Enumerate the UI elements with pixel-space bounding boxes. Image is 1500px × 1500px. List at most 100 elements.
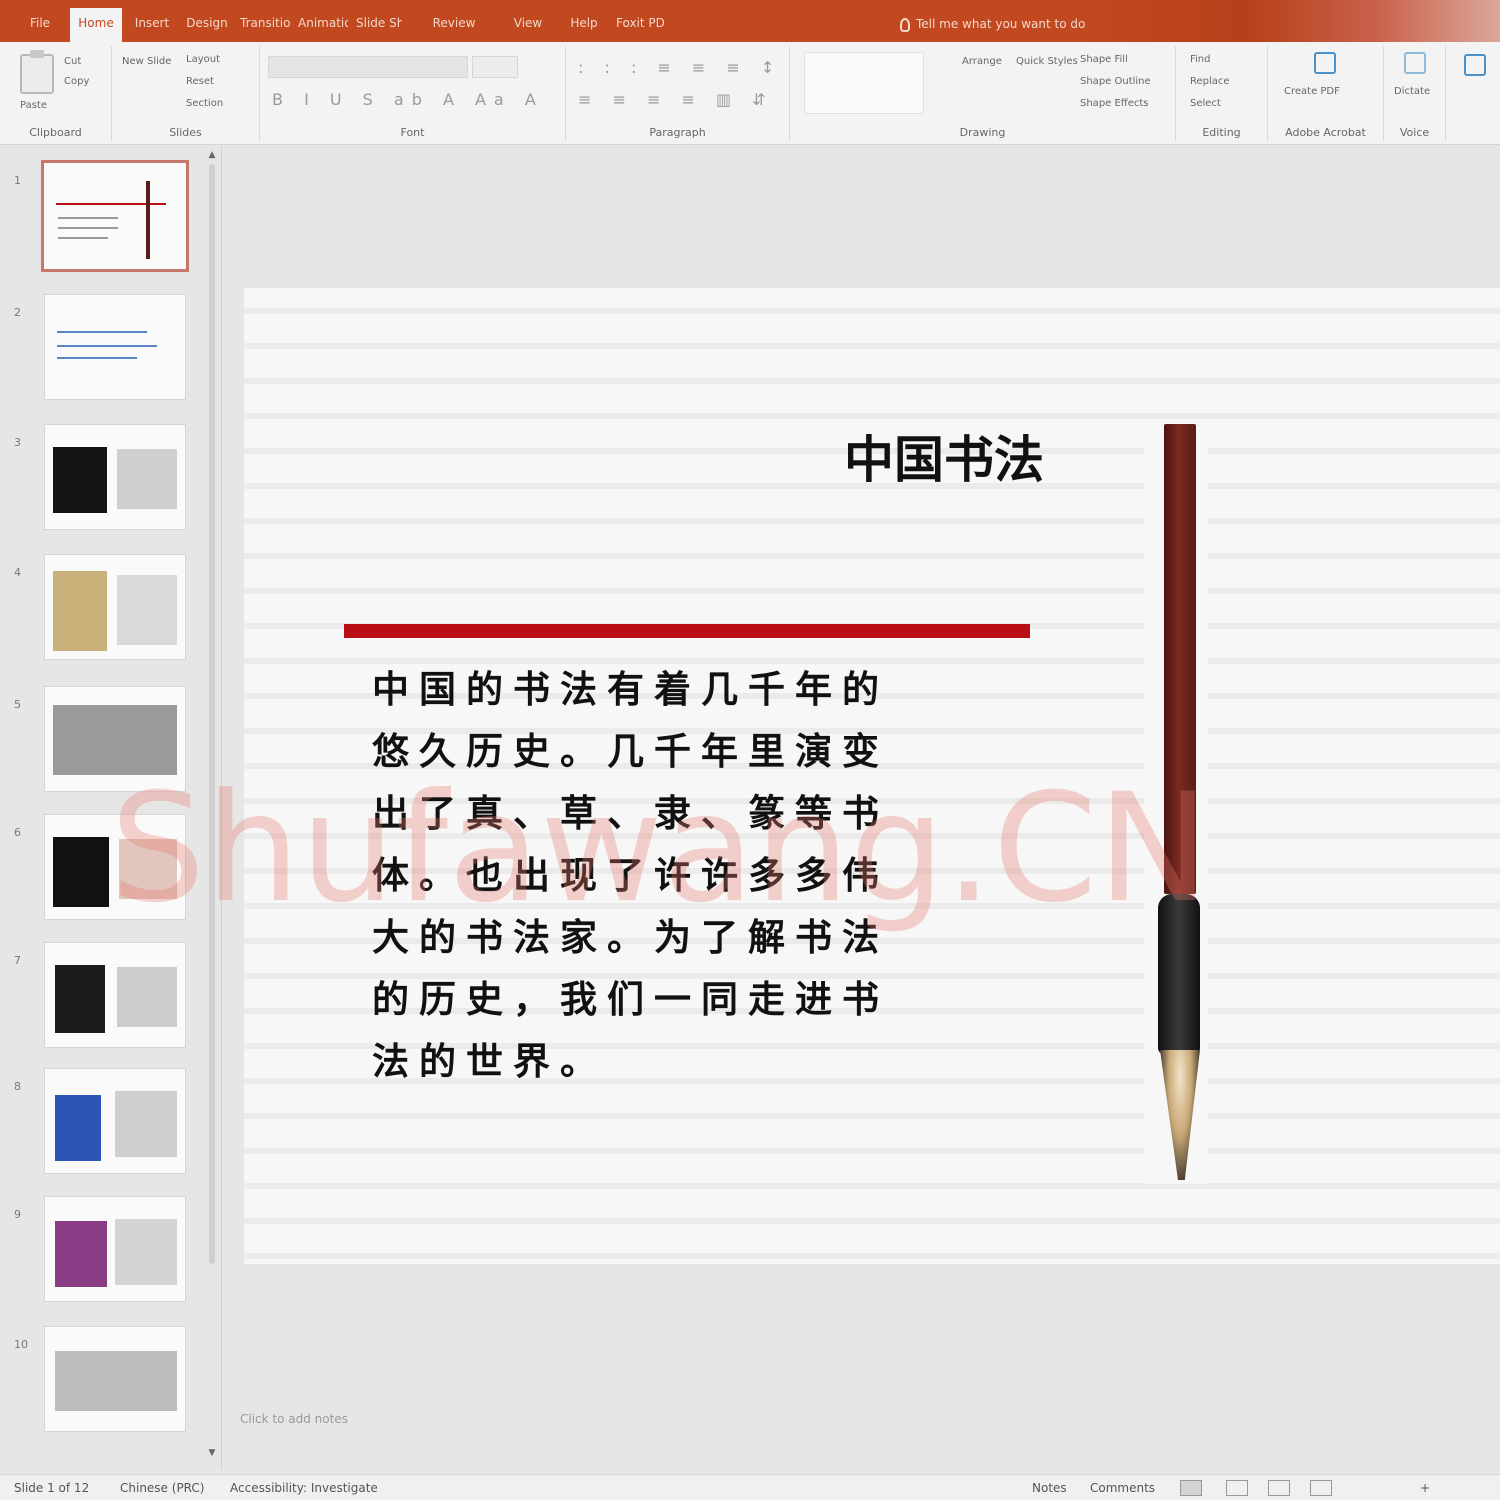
thumb-text-line (57, 331, 147, 333)
new-slide-button[interactable]: New Slide (122, 56, 171, 67)
slide-thumbnail-1[interactable] (41, 160, 189, 272)
slide-sorter-view-icon[interactable] (1226, 1480, 1248, 1496)
create-pdf-icon[interactable] (1314, 52, 1336, 74)
slide-thumbnail-7[interactable] (44, 942, 186, 1048)
group-clipboard: Paste Cut Copy Clipboard (0, 46, 112, 141)
reset-button[interactable]: Reset (186, 76, 214, 87)
group-editing: Find Replace Select Editing (1176, 46, 1268, 141)
thumb-calligraphy-image (119, 839, 177, 899)
tab-foxit-pdf[interactable]: Foxit PDF (616, 10, 666, 36)
zoom-in-button[interactable]: + (1420, 1481, 1430, 1495)
language-indicator[interactable]: Chinese (PRC) (120, 1481, 204, 1495)
slide-number: 8 (14, 1080, 21, 1093)
drawing-group-label: Drawing (959, 126, 1006, 139)
shape-outline-button[interactable]: Shape Outline (1080, 76, 1151, 87)
slide-thumbnail-6[interactable] (44, 814, 186, 920)
thumb-text-line (57, 345, 157, 347)
thumb-portrait-image (55, 1095, 101, 1161)
slide-number: 9 (14, 1208, 21, 1221)
shape-fill-button[interactable]: Shape Fill (1080, 54, 1128, 65)
tab-help[interactable]: Help (562, 10, 606, 36)
arrange-button[interactable]: Arrange (962, 56, 1002, 67)
microphone-icon[interactable] (1404, 52, 1426, 74)
cut-button[interactable]: Cut (64, 56, 81, 67)
thumb-calligraphy-image (117, 575, 177, 645)
dictate-button[interactable]: Dictate (1394, 86, 1430, 97)
slide-thumbnail-3[interactable] (44, 424, 186, 530)
designer-icon[interactable] (1464, 54, 1486, 76)
shapes-gallery[interactable] (804, 52, 924, 114)
tab-review[interactable]: Review (414, 10, 494, 36)
tab-home[interactable]: Home (70, 8, 122, 42)
slide-thumbnail-5[interactable] (44, 686, 186, 792)
tab-design[interactable]: Design (186, 10, 228, 36)
calligraphy-brush-image[interactable] (1144, 424, 1208, 1184)
thumbnails-scrollbar[interactable]: ▲ ▼ (204, 150, 218, 1460)
copy-button[interactable]: Copy (64, 76, 89, 87)
tab-slide-show[interactable]: Slide Show (356, 10, 402, 36)
slide-thumbnail-9[interactable] (44, 1196, 186, 1302)
brush-ferrule (1158, 894, 1200, 1054)
scrollbar-thumb[interactable] (209, 164, 215, 1264)
slide-body-text[interactable]: 中国的书法有着几千年的悠久历史。几千年里演变出了真、草、隶、篆等书体。也出现了许… (372, 658, 932, 1092)
tab-transitions[interactable]: Transitions (240, 10, 290, 36)
group-font: B I U S ab A Aa A A Font (260, 46, 566, 141)
replace-button[interactable]: Replace (1190, 76, 1230, 87)
slide-thumbnail-2[interactable] (44, 294, 186, 400)
group-adobe-acrobat: Create PDF Adobe Acrobat (1268, 46, 1384, 141)
notes-toggle[interactable]: Notes (1032, 1481, 1067, 1495)
select-button[interactable]: Select (1190, 98, 1221, 109)
slide-thumbnail-10[interactable] (44, 1326, 186, 1432)
thumb-calligraphy-image (117, 967, 177, 1027)
notes-placeholder[interactable]: Click to add notes (240, 1412, 348, 1426)
comments-toggle[interactable]: Comments (1090, 1481, 1155, 1495)
scroll-up-arrow-icon[interactable]: ▲ (206, 150, 218, 160)
font-group-label: Font (400, 126, 425, 139)
thumb-text-line (57, 357, 137, 359)
editing-group-label: Editing (1202, 126, 1241, 139)
thumb-calligraphy-image (53, 571, 107, 651)
thumb-text-line (58, 227, 118, 229)
slide-title[interactable]: 中国书法 (724, 420, 1044, 492)
reading-view-icon[interactable] (1268, 1480, 1290, 1496)
thumb-calligraphy-image (117, 449, 177, 509)
lightbulb-icon (900, 17, 910, 32)
quick-styles-button[interactable]: Quick Styles (1016, 56, 1078, 67)
tell-me-search[interactable]: Tell me what you want to do (900, 14, 1085, 34)
thumb-text-line (58, 217, 118, 219)
create-pdf-button[interactable]: Create PDF (1284, 86, 1340, 97)
find-button[interactable]: Find (1190, 54, 1211, 65)
slide-number: 7 (14, 954, 21, 967)
font-format-buttons[interactable]: B I U S ab A Aa A A (272, 90, 552, 109)
paste-icon[interactable] (20, 50, 54, 94)
paragraph-align-buttons[interactable]: ≡ ≡ ≡ ≡ ▥ ⇵ (578, 90, 778, 109)
thumb-calligraphy-image (55, 1351, 177, 1411)
ribbon: Paste Cut Copy Clipboard New Slide Layou… (0, 42, 1500, 145)
group-slides: New Slide Layout Reset Section Slides (112, 46, 260, 141)
tab-file[interactable]: File (22, 10, 58, 36)
thumb-brush-image (146, 181, 150, 259)
slide-thumbnail-8[interactable] (44, 1068, 186, 1174)
paragraph-list-buttons[interactable]: : : : ≡ ≡ ≡ ↕ (578, 58, 778, 77)
section-button[interactable]: Section (186, 98, 223, 109)
paragraph-group-label: Paragraph (649, 126, 706, 139)
paste-button[interactable]: Paste (20, 100, 47, 111)
shape-effects-button[interactable]: Shape Effects (1080, 98, 1148, 109)
layout-button[interactable]: Layout (186, 54, 220, 65)
normal-view-icon[interactable] (1180, 1480, 1202, 1496)
tab-insert[interactable]: Insert (132, 10, 172, 36)
slideshow-view-icon[interactable] (1310, 1480, 1332, 1496)
tab-view[interactable]: View (506, 10, 550, 36)
font-size-dropdown[interactable] (472, 56, 518, 78)
font-name-dropdown[interactable] (268, 56, 468, 78)
ribbon-tab-bar: File Home Insert Design Transitions Anim… (0, 0, 1500, 42)
slide-canvas[interactable]: 中国书法 中国的书法有着几千年的悠久历史。几千年里演变出了真、草、隶、篆等书体。… (244, 288, 1500, 1264)
voice-group-label: Voice (1399, 126, 1430, 139)
slide-thumbnail-4[interactable] (44, 554, 186, 660)
tell-me-label: Tell me what you want to do (916, 17, 1086, 31)
group-paragraph: : : : ≡ ≡ ≡ ↕ ≡ ≡ ≡ ≡ ▥ ⇵ Paragraph (566, 46, 790, 141)
tab-animations[interactable]: Animations (298, 10, 348, 36)
scroll-down-arrow-icon[interactable]: ▼ (206, 1448, 218, 1458)
accessibility-checker[interactable]: Accessibility: Investigate (230, 1481, 378, 1495)
thumb-text-line (58, 237, 108, 239)
